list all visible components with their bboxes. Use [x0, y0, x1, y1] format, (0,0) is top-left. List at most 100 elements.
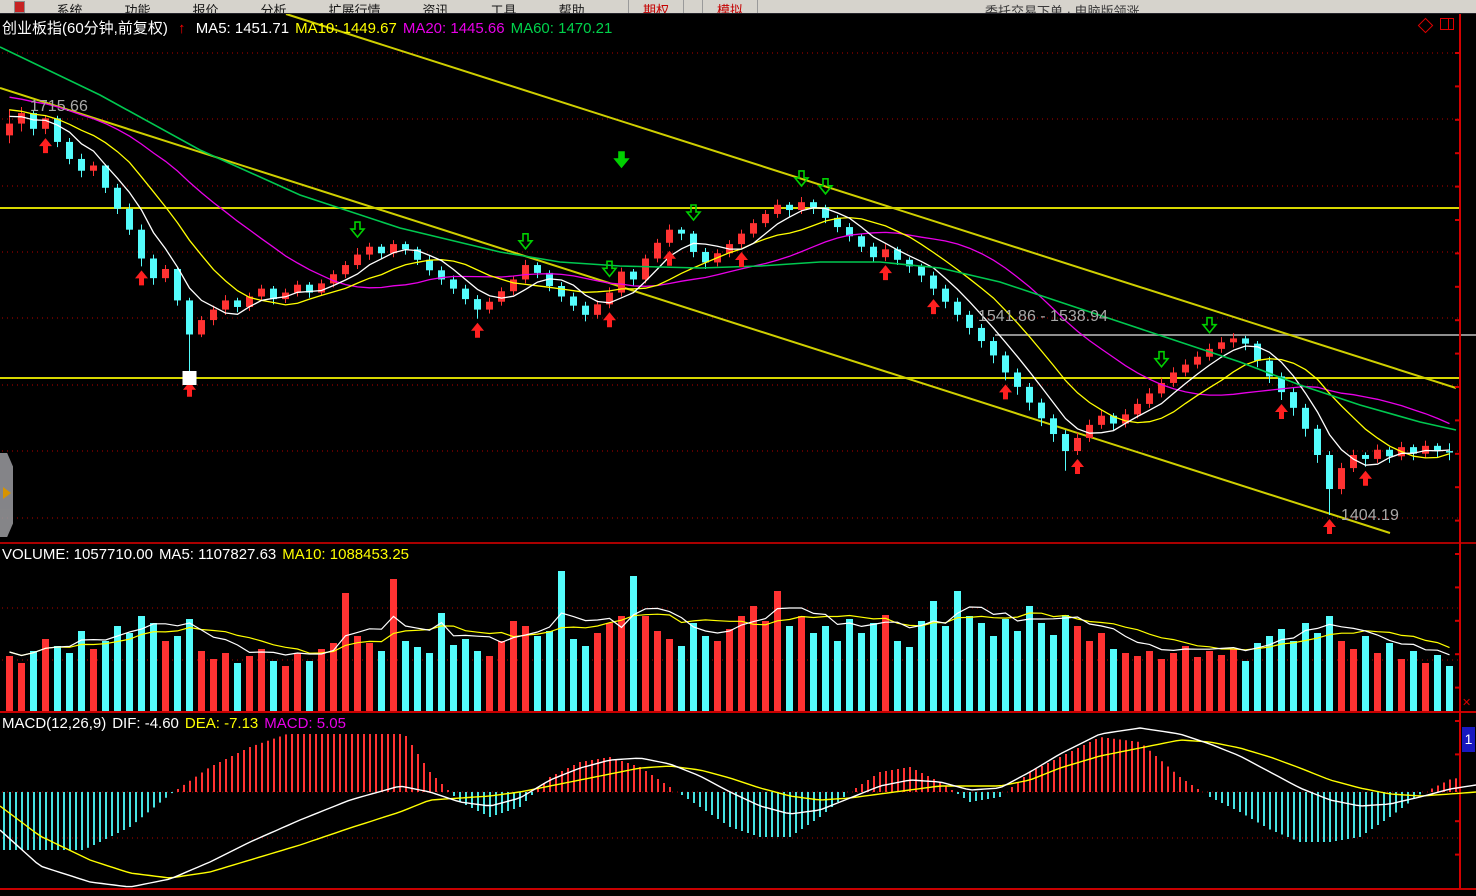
sell-arrow-icon	[519, 234, 532, 249]
macd-label-3: MACD: 5.05	[264, 715, 346, 732]
volume-bar	[258, 649, 265, 711]
macd-label-2: DEA: -7.13	[185, 715, 258, 732]
macd-label-1: DIF: -4.60	[112, 715, 179, 732]
volume-bar	[1242, 661, 1249, 711]
volume-bar	[318, 649, 325, 711]
volume-bar	[990, 636, 997, 711]
candle-body	[354, 255, 361, 265]
candle-body	[210, 310, 217, 320]
candle-body	[138, 230, 145, 259]
menu-item-3[interactable]: 分析	[240, 0, 308, 14]
volume-bar	[66, 653, 73, 711]
volume-bar	[1026, 606, 1033, 711]
trend-up-arrow-icon: ↑	[178, 20, 186, 37]
candle-body	[1182, 365, 1189, 373]
candle-body	[150, 259, 157, 279]
candle-body	[222, 300, 229, 309]
menu-item-6[interactable]: 工具	[470, 0, 538, 14]
candle-body	[114, 188, 121, 209]
menu-item-4[interactable]: 扩展行情	[308, 0, 402, 14]
volume-bar	[414, 647, 421, 711]
candle-body	[630, 272, 637, 280]
volume-pane-header: VOLUME: 1057710.00MA5: 1107827.63MA10: 1…	[2, 546, 421, 563]
candle-body	[102, 166, 109, 188]
sell-arrow-icon	[351, 222, 364, 237]
candle-body	[1002, 355, 1009, 372]
volume-bar	[1134, 656, 1141, 711]
candle-body	[594, 304, 601, 314]
volume-bar	[1038, 623, 1045, 711]
volume-bar	[234, 663, 241, 711]
candle-body	[786, 205, 793, 210]
vol-label-1: MA5: 1107827.63	[159, 546, 276, 563]
candle-body	[498, 291, 505, 301]
volume-bar	[174, 636, 181, 711]
chart-canvas[interactable]	[0, 0, 1476, 896]
volume-bar	[30, 651, 37, 711]
volume-bar	[606, 623, 613, 711]
diamond-icon[interactable]	[1418, 18, 1434, 34]
volume-bar	[186, 619, 193, 711]
candle-body	[450, 279, 457, 288]
volume-bar	[798, 616, 805, 711]
candle-body	[1290, 392, 1297, 408]
sidebar-expand-handle[interactable]	[0, 453, 13, 537]
volume-bar	[126, 633, 133, 711]
volume-bar	[1182, 646, 1189, 711]
volume-bar	[1086, 641, 1093, 711]
app-logo-icon	[14, 1, 25, 13]
volume-bar	[966, 616, 973, 711]
volume-bar	[1218, 655, 1225, 711]
candle-body	[1302, 408, 1309, 429]
candle-body	[54, 118, 61, 142]
indicator-page-badge[interactable]: 1	[1462, 727, 1475, 752]
candle-body	[90, 166, 97, 171]
candle-body	[462, 289, 469, 299]
menu-item-5[interactable]: 资讯	[402, 0, 470, 14]
candle-body	[1062, 434, 1069, 451]
volume-bar	[1062, 615, 1069, 711]
candle-body	[774, 205, 781, 214]
macd-label-0: MACD(12,26,9)	[2, 715, 106, 732]
volume-bar	[198, 651, 205, 711]
candle-body	[678, 230, 685, 234]
menu-right-text[interactable]: 委托交易下单 · 电脑版领涨	[985, 1, 1140, 14]
volume-bar	[102, 641, 109, 711]
volume-bar	[54, 646, 61, 711]
candle-body	[654, 243, 661, 259]
volume-bar	[1146, 651, 1153, 711]
volume-bar	[1290, 641, 1297, 711]
menu-bar: 系统功能报价分析扩展行情资讯工具帮助 期权 模拟 委托交易下单 · 电脑版领涨	[0, 0, 1476, 14]
menu-item-2[interactable]: 报价	[171, 0, 239, 14]
ma20-line	[10, 97, 1450, 423]
candle-body	[234, 300, 241, 307]
candle-body	[942, 289, 949, 302]
volume-bar	[546, 631, 553, 711]
candle-body	[426, 260, 433, 270]
volume-bar	[1194, 657, 1201, 711]
candle-body	[1098, 416, 1105, 425]
candle-body	[1386, 450, 1393, 457]
volume-bar	[402, 641, 409, 711]
candle-body	[378, 247, 385, 254]
candle-body	[1194, 357, 1201, 365]
candle-body	[402, 244, 409, 249]
menu-button-0[interactable]: 期权	[628, 0, 684, 14]
sell-arrow-icon	[603, 261, 616, 276]
window-icon[interactable]	[1440, 18, 1454, 30]
volume-bar	[438, 613, 445, 711]
volume-bar	[426, 653, 433, 711]
volume-bar	[306, 661, 313, 711]
candle-body	[978, 328, 985, 341]
menu-item-0[interactable]: 系统	[35, 0, 103, 14]
line-drag-handle	[183, 371, 197, 385]
menu-item-7[interactable]: 帮助	[538, 0, 606, 14]
volume-bar	[630, 576, 637, 711]
candle-body	[1086, 425, 1093, 438]
candle-body	[6, 124, 13, 136]
menu-button-1[interactable]: 模拟	[702, 0, 758, 14]
volume-bar	[162, 641, 169, 711]
candle-body	[1422, 446, 1429, 454]
menu-item-1[interactable]: 功能	[103, 0, 171, 14]
axis-collapse-icon[interactable]: ✕	[1462, 696, 1471, 709]
